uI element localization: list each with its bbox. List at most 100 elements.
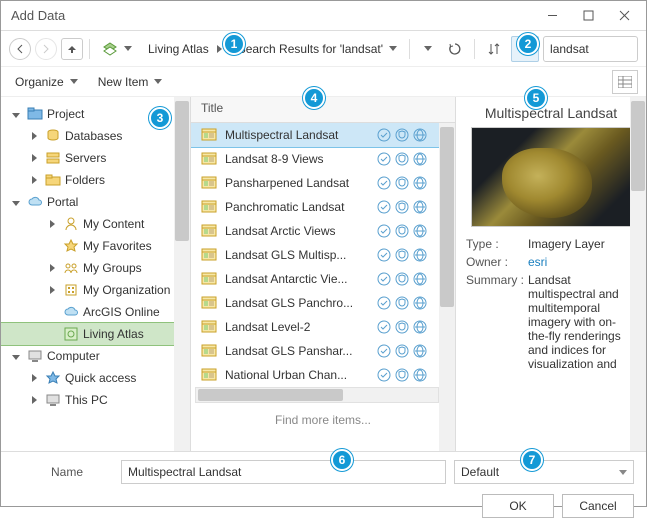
breadcrumb-dropdown[interactable]: Search Results for 'landsat'	[232, 36, 403, 62]
tree-node-my-content[interactable]: My Content	[1, 213, 190, 235]
list-item[interactable]: Landsat GLS Panchro...	[191, 291, 455, 315]
tree-node-my-groups[interactable]: My Groups	[1, 257, 190, 279]
tree-label: Portal	[47, 195, 78, 209]
cancel-button[interactable]: Cancel	[562, 494, 634, 518]
org-icon	[63, 282, 79, 298]
scrollbar-thumb[interactable]	[175, 101, 189, 241]
tree-label: Servers	[65, 151, 106, 165]
separator	[409, 39, 410, 59]
footer: Name Default OK Cancel	[1, 451, 646, 526]
back-button[interactable]	[9, 38, 31, 60]
scrollbar-thumb[interactable]	[631, 101, 645, 191]
imagery-layer-icon	[201, 295, 217, 311]
location-dropdown[interactable]: Living Atlas	[142, 36, 228, 62]
detail-title: Multispectral Landsat	[466, 105, 636, 121]
list-item[interactable]: Landsat Arctic Views	[191, 219, 455, 243]
separator	[89, 39, 90, 59]
list-item-label: Landsat GLS Multisp...	[225, 248, 369, 262]
layers-icon	[102, 41, 118, 57]
status-badge-icon	[413, 200, 427, 214]
filter-combo[interactable]: Default	[454, 460, 634, 484]
organize-dropdown[interactable]: Organize	[9, 69, 84, 95]
name-input[interactable]	[121, 460, 446, 484]
status-badge-icon	[413, 152, 427, 166]
list-item-label: Landsat Antarctic Vie...	[225, 272, 369, 286]
list-item-label: Landsat GLS Panshar...	[225, 344, 369, 358]
caret-down-icon	[154, 79, 162, 84]
tree-label: ArcGIS Online	[83, 305, 160, 319]
new-item-label: New Item	[98, 75, 149, 89]
location-type-dropdown[interactable]	[96, 36, 138, 62]
tree-node-arcgis-online[interactable]: ArcGIS Online	[1, 301, 190, 323]
tree-node-living-atlas[interactable]: Living Atlas	[1, 323, 190, 345]
catalog-tree[interactable]: Project Databases Servers Folders Portal…	[1, 97, 191, 451]
list-item-label: Multispectral Landsat	[225, 128, 369, 142]
minimize-button[interactable]	[534, 2, 570, 30]
tree-node-my-organization[interactable]: My Organization	[1, 279, 190, 301]
detail-scrollbar[interactable]	[630, 97, 646, 451]
list-item[interactable]: Panchromatic Landsat	[191, 195, 455, 219]
list-item[interactable]: Landsat Antarctic Vie...	[191, 267, 455, 291]
refresh-button[interactable]	[442, 36, 468, 62]
cancel-label: Cancel	[579, 499, 616, 513]
view-mode-button[interactable]	[612, 70, 638, 94]
status-badge-icon	[395, 224, 409, 238]
list-item[interactable]: National Urban Chan...	[191, 363, 455, 387]
sort-button[interactable]	[481, 36, 507, 62]
list-item[interactable]: Multispectral Landsat	[191, 123, 455, 147]
callout-6: 6	[331, 449, 353, 471]
status-badge-icon	[413, 272, 427, 286]
tree-node-folders[interactable]: Folders	[1, 169, 190, 191]
status-badge-icon	[395, 176, 409, 190]
status-badge-icon	[413, 224, 427, 238]
status-badge-icon	[413, 368, 427, 382]
maximize-button[interactable]	[570, 2, 606, 30]
callout-7: 7	[521, 449, 543, 471]
detail-owner-link[interactable]: esri	[528, 255, 636, 269]
search-box[interactable]	[543, 36, 638, 62]
main-area: Project Databases Servers Folders Portal…	[1, 97, 646, 451]
tree-node-quick-access[interactable]: Quick access	[1, 367, 190, 389]
list-item[interactable]: Landsat 8-9 Views	[191, 147, 455, 171]
status-badge-icon	[395, 344, 409, 358]
list-item[interactable]: Landsat Level-2	[191, 315, 455, 339]
callout-3: 3	[149, 107, 171, 129]
tree-label: My Groups	[83, 261, 142, 275]
status-badge-icon	[377, 344, 391, 358]
tree-node-computer[interactable]: Computer	[1, 345, 190, 367]
detail-summary-label: Summary :	[466, 273, 524, 287]
organize-label: Organize	[15, 75, 64, 89]
ok-button[interactable]: OK	[482, 494, 554, 518]
groups-icon	[63, 260, 79, 276]
up-button[interactable]	[61, 38, 83, 60]
tree-node-servers[interactable]: Servers	[1, 147, 190, 169]
find-more-link[interactable]: Find more items...	[191, 403, 455, 437]
search-input[interactable]	[550, 42, 647, 56]
imagery-layer-icon	[201, 319, 217, 335]
item-badges	[377, 272, 427, 286]
detail-owner-label: Owner :	[466, 255, 524, 269]
close-button[interactable]	[606, 2, 642, 30]
new-item-dropdown[interactable]: New Item	[92, 69, 169, 95]
list-item[interactable]: Landsat GLS Multisp...	[191, 243, 455, 267]
tree-node-portal[interactable]: Portal	[1, 191, 190, 213]
item-badges	[377, 176, 427, 190]
status-badge-icon	[413, 128, 427, 142]
cloud-icon	[63, 304, 79, 320]
forward-button[interactable]	[35, 38, 57, 60]
scrollbar-thumb[interactable]	[440, 127, 454, 307]
list-hscrollbar[interactable]	[195, 387, 439, 403]
tree-scrollbar[interactable]	[174, 97, 190, 451]
tree-node-my-favorites[interactable]: My Favorites	[1, 235, 190, 257]
window-title: Add Data	[11, 8, 534, 23]
imagery-layer-icon	[201, 223, 217, 239]
list-item[interactable]: Landsat GLS Panshar...	[191, 339, 455, 363]
tree-node-this-pc[interactable]: This PC	[1, 389, 190, 411]
list-item[interactable]: Pansharpened Landsat	[191, 171, 455, 195]
history-dropdown[interactable]	[416, 36, 438, 62]
callout-1: 1	[223, 33, 245, 55]
status-badge-icon	[395, 152, 409, 166]
list-item-label: Pansharpened Landsat	[225, 176, 369, 190]
status-badge-icon	[377, 176, 391, 190]
list-scrollbar[interactable]	[439, 123, 455, 451]
